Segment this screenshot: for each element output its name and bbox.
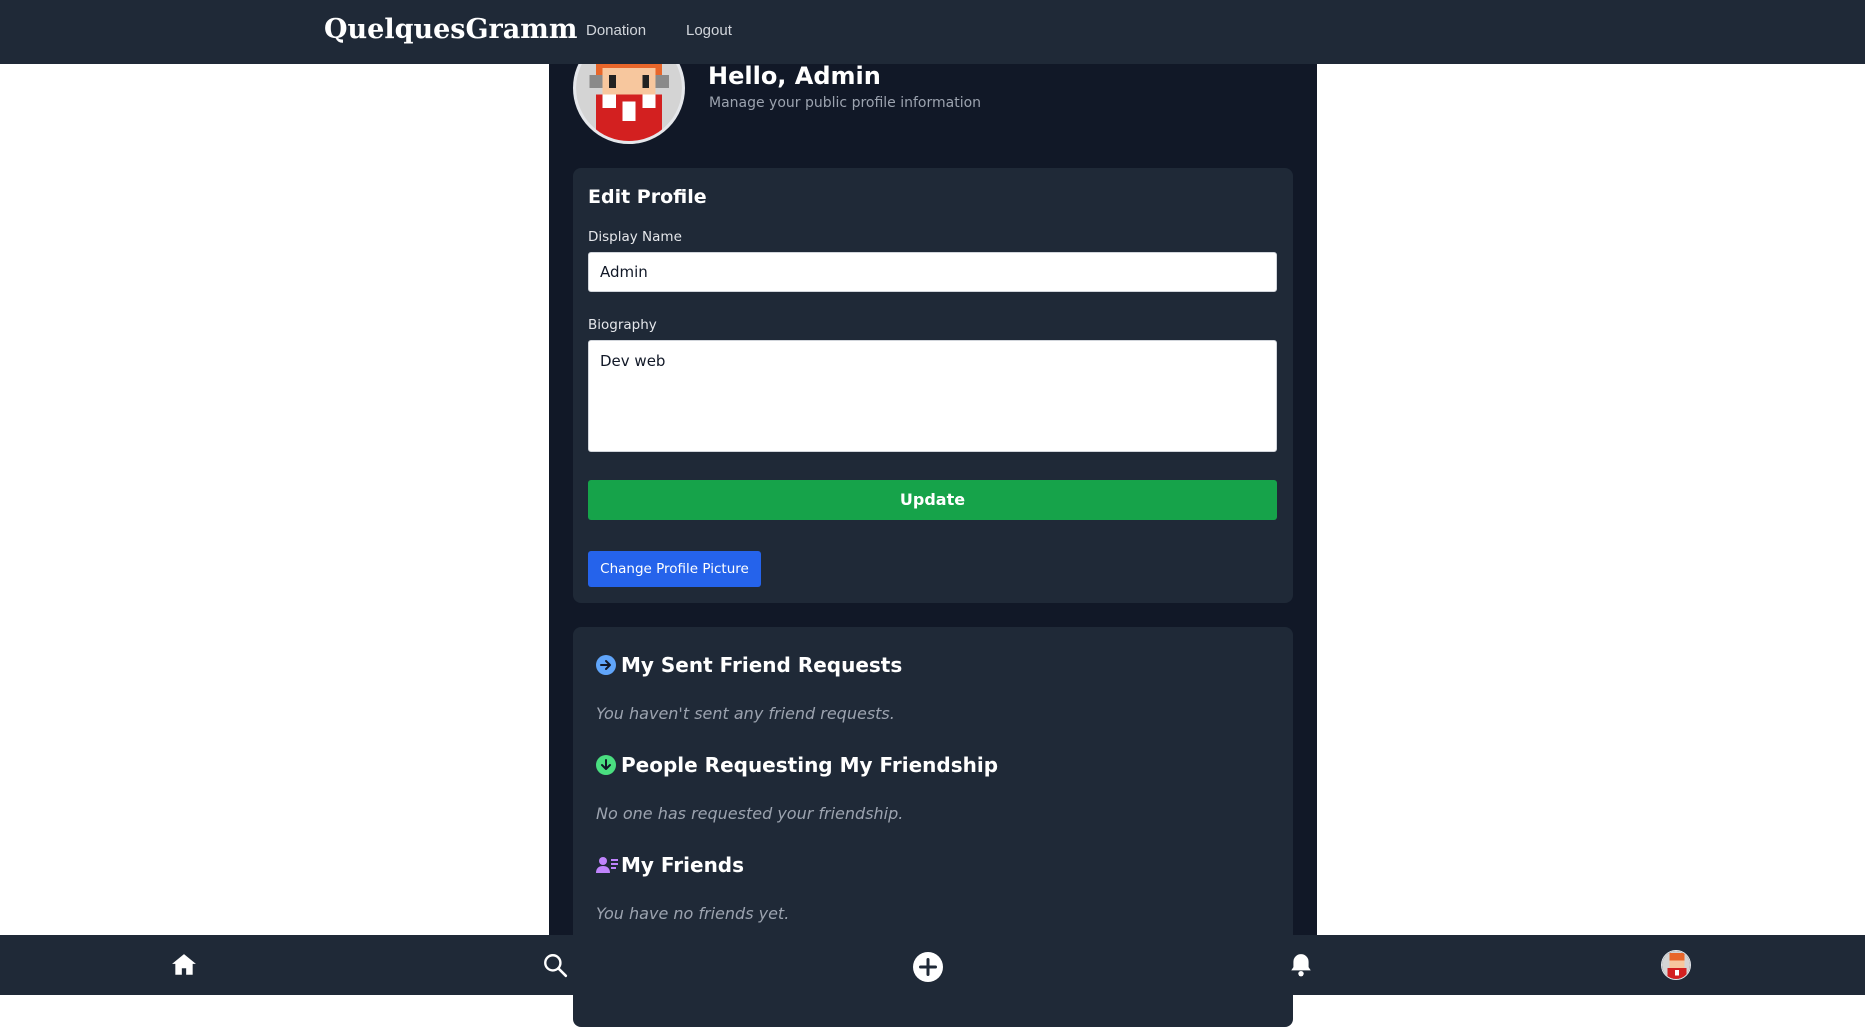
user-list-icon [596, 855, 618, 875]
avatar[interactable] [1661, 950, 1691, 980]
nav-donation-link[interactable]: Donation [586, 22, 646, 39]
bottom-nav [0, 935, 1865, 995]
display-name-label: Display Name [588, 229, 682, 245]
greeting-subtitle: Manage your public profile information [709, 95, 982, 111]
sent-requests-title: My Sent Friend Requests [621, 653, 903, 677]
display-name-input[interactable]: Admin [588, 252, 1277, 292]
edit-profile-title: Edit Profile [588, 186, 707, 208]
arrow-right-circle-icon [596, 655, 616, 675]
sent-requests-empty: You haven't sent any friend requests. [596, 704, 895, 723]
arrow-down-circle-icon [596, 755, 616, 775]
my-friends-empty: You have no friends yet. [596, 904, 790, 923]
incoming-requests-title: People Requesting My Friendship [621, 753, 999, 777]
biography-label: Biography [588, 317, 657, 333]
edit-profile-card: Edit Profile Display Name Admin Biograph… [573, 168, 1293, 603]
brand-logo[interactable]: QuelquesGramm [324, 14, 577, 45]
incoming-requests-empty: No one has requested your friendship. [596, 804, 904, 823]
greeting-heading: Hello, Admin [708, 62, 881, 90]
update-button[interactable]: Update [588, 480, 1277, 520]
search-icon[interactable] [542, 952, 568, 978]
change-profile-picture-button[interactable]: Change Profile Picture [588, 551, 761, 587]
plus-circle-icon[interactable] [913, 952, 943, 982]
my-friends-title: My Friends [621, 853, 745, 877]
incoming-requests-heading: People Requesting My Friendship [596, 753, 998, 777]
my-friends-heading: My Friends [596, 853, 744, 877]
bell-icon[interactable] [1288, 952, 1314, 978]
biography-textarea[interactable]: Dev web [588, 340, 1277, 452]
home-icon[interactable] [171, 952, 197, 978]
nav-logout-link[interactable]: Logout [686, 22, 732, 39]
top-nav: QuelquesGramm Donation Logout [0, 0, 1865, 64]
sent-requests-heading: My Sent Friend Requests [596, 653, 902, 677]
